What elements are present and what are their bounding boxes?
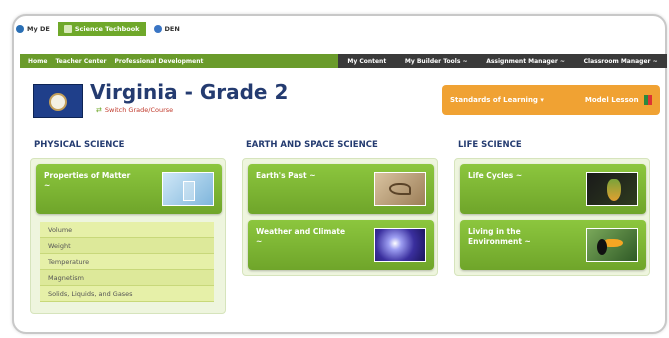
heading-physical-science: PHYSICAL SCIENCE [34, 140, 125, 150]
techbook-icon [63, 25, 72, 33]
card-label: Living in the Environment ~ [468, 227, 531, 247]
model-lesson-label: Model Lesson [584, 96, 639, 104]
card-title: Living in the [468, 227, 521, 236]
card-earths-past[interactable]: Earth's Past ~ [248, 164, 434, 214]
heading-life-science: LIFE SCIENCE [458, 140, 522, 150]
tab-label: Science Techbook [74, 25, 140, 33]
card-weather-and-climate[interactable]: Weather and Climate ~ [248, 220, 434, 270]
nav-my-content[interactable]: My Content [347, 58, 386, 65]
subtopic-volume[interactable]: Volume [40, 222, 214, 238]
card-expand: ~ [44, 181, 51, 190]
nav-right: My Content My Builder Tools ~ Assignment… [338, 54, 667, 68]
page-title: Virginia - Grade 2 [90, 80, 289, 104]
tab-label: My DE [27, 25, 50, 33]
card-title: Life Cycles ~ [468, 171, 523, 180]
de-globe-icon [16, 25, 24, 33]
den-people-icon [153, 25, 162, 33]
card-living-in-the-environment[interactable]: Living in the Environment ~ [460, 220, 646, 270]
subtopic-solids-liquids-gases[interactable]: Solids, Liquids, and Gases [40, 286, 214, 302]
nav-my-builder-tools[interactable]: My Builder Tools ~ [405, 58, 468, 65]
switch-course-label: Switch Grade/Course [104, 106, 174, 114]
standards-bar: Standards of Learning ▾ Model Lesson [442, 85, 660, 115]
state-seal-icon [49, 93, 67, 111]
card-label: Earth's Past ~ [256, 171, 315, 181]
subtopic-temperature[interactable]: Temperature [40, 254, 214, 270]
butterfly-thumbnail [586, 172, 638, 206]
tab-bar: My DE Science Techbook DEN [10, 22, 186, 36]
standards-of-learning-button[interactable]: Standards of Learning ▾ [450, 96, 544, 104]
toucan-thumbnail [586, 228, 638, 262]
storm-thumbnail [374, 228, 426, 262]
card-title: Weather and Climate [256, 227, 346, 236]
tab-my-de[interactable]: My DE [10, 22, 56, 36]
standards-label: Standards of Learning [450, 96, 538, 104]
main-nav-bar: Home Teacher Center Professional Develop… [20, 54, 667, 68]
card-label: Life Cycles ~ [468, 171, 522, 181]
card-properties-of-matter[interactable]: Properties of Matter ~ [36, 164, 222, 214]
nav-professional-development[interactable]: Professional Development [114, 58, 203, 65]
card-expand: ~ [256, 237, 263, 246]
switch-course-link[interactable]: ⇄ Switch Grade/Course [96, 106, 173, 114]
swap-arrows-icon: ⇄ [96, 106, 102, 114]
nav-teacher-center[interactable]: Teacher Center [55, 58, 106, 65]
virginia-flag-icon [33, 84, 83, 118]
nav-assignment-manager[interactable]: Assignment Manager ~ [486, 58, 565, 65]
card-expand: Environment ~ [468, 237, 531, 246]
card-label: Properties of Matter ~ [44, 171, 130, 191]
nav-home[interactable]: Home [28, 58, 47, 65]
beaker-thumbnail [162, 172, 214, 206]
fossil-thumbnail [374, 172, 426, 206]
nav-left: Home Teacher Center Professional Develop… [28, 54, 203, 68]
heading-earth-space-science: EARTH AND SPACE SCIENCE [246, 140, 378, 150]
tab-science-techbook[interactable]: Science Techbook [57, 22, 146, 36]
tab-den[interactable]: DEN [148, 22, 186, 36]
card-title: Properties of Matter [44, 171, 131, 180]
nav-classroom-manager[interactable]: Classroom Manager ~ [584, 58, 658, 65]
subtopic-list: Volume Weight Temperature Magnetism Soli… [40, 222, 214, 302]
card-title: Earth's Past ~ [256, 171, 316, 180]
subtopic-weight[interactable]: Weight [40, 238, 214, 254]
model-lesson-button[interactable]: Model Lesson [585, 95, 652, 105]
book-icon [644, 95, 652, 105]
card-life-cycles[interactable]: Life Cycles ~ [460, 164, 646, 214]
tab-label: DEN [164, 25, 180, 33]
caret-down-icon: ▾ [540, 96, 544, 104]
subtopic-magnetism[interactable]: Magnetism [40, 270, 214, 286]
card-label: Weather and Climate ~ [256, 227, 345, 247]
